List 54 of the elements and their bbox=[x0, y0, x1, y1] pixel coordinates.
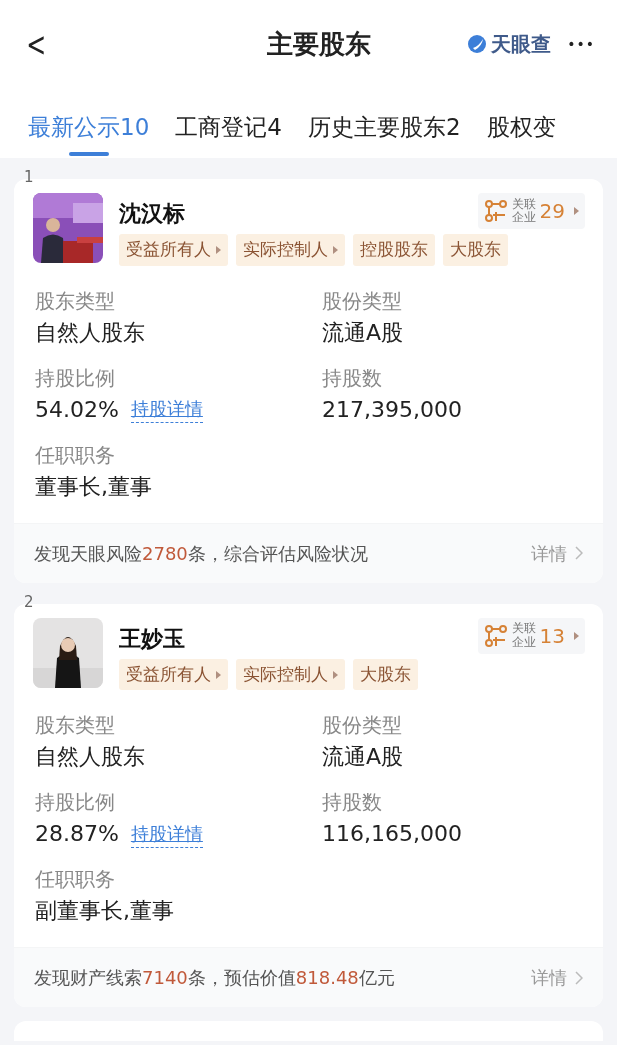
field-label: 股份类型 bbox=[322, 287, 403, 315]
label: 关联 bbox=[511, 197, 536, 211]
more-button[interactable]: ••• bbox=[567, 33, 595, 55]
label: 关联 bbox=[511, 622, 536, 636]
tag: 控股股东 bbox=[353, 234, 435, 266]
row-number: 1 bbox=[23, 167, 35, 185]
chevron-right-icon bbox=[575, 970, 583, 985]
field-label: 股东类型 bbox=[35, 712, 116, 739]
tab[interactable]: 工商登记4 bbox=[175, 109, 282, 158]
tag[interactable]: 实际控制人 bbox=[236, 658, 345, 690]
back-button[interactable]: < bbox=[26, 27, 47, 61]
count: 29 bbox=[539, 198, 565, 225]
person-name[interactable]: 沈汉标 bbox=[119, 197, 185, 230]
label: 企业 bbox=[511, 211, 536, 225]
footer-text: 发现天眼风险2780条，综合评估风险状况 bbox=[34, 541, 368, 566]
field-label: 持股数 bbox=[322, 364, 383, 392]
details-link[interactable]: 持股详情 bbox=[130, 395, 203, 423]
field-value: 自然人股东 bbox=[35, 743, 145, 771]
tag[interactable]: 实际控制人 bbox=[236, 234, 345, 266]
field-value: 217,395,000 bbox=[322, 395, 462, 424]
field-label: 股东类型 bbox=[35, 287, 116, 315]
field-label: 持股数 bbox=[322, 789, 383, 816]
network-icon bbox=[483, 623, 508, 648]
brand-name: 天眼查 bbox=[491, 31, 552, 58]
field-value: 116,165,000 bbox=[322, 820, 462, 848]
tab[interactable]: 最新公示10 bbox=[28, 109, 150, 158]
tag: 大股东 bbox=[443, 234, 508, 266]
field-value: 流通A股 bbox=[322, 743, 404, 771]
tab[interactable]: 股权变 bbox=[486, 109, 556, 158]
tag[interactable]: 受益所有人 bbox=[119, 658, 228, 690]
field-value: 28.87% bbox=[35, 820, 119, 848]
field-label: 任职职务 bbox=[35, 441, 116, 469]
chevron-right-icon bbox=[575, 546, 583, 560]
row-number: 2 bbox=[23, 591, 35, 610]
field-label: 任职职务 bbox=[35, 866, 116, 893]
network-icon bbox=[483, 199, 508, 223]
tag[interactable]: 受益所有人 bbox=[119, 234, 228, 266]
footer-text: 发现财产线索7140条，预估价值818.48亿元 bbox=[34, 966, 395, 990]
tab[interactable]: 历史主要股东2 bbox=[307, 109, 461, 158]
field-value: 副董事长,董事 bbox=[35, 897, 174, 925]
field-label: 持股比例 bbox=[35, 789, 116, 816]
label: 企业 bbox=[511, 635, 536, 649]
page-title: 主要股东 bbox=[266, 28, 371, 59]
count: 13 bbox=[539, 622, 565, 650]
field-value: 流通A股 bbox=[322, 318, 404, 347]
tag: 大股东 bbox=[353, 658, 418, 690]
field-value: 自然人股东 bbox=[35, 318, 145, 347]
field-value: 54.02% bbox=[35, 395, 119, 424]
field-label: 股份类型 bbox=[322, 712, 403, 739]
details-link[interactable]: 持股详情 bbox=[130, 819, 203, 848]
field-label: 持股比例 bbox=[35, 364, 116, 392]
field-value: 董事长,董事 bbox=[35, 472, 152, 501]
brand-logo-icon bbox=[467, 34, 488, 54]
person-name[interactable]: 王妙玉 bbox=[119, 621, 185, 655]
